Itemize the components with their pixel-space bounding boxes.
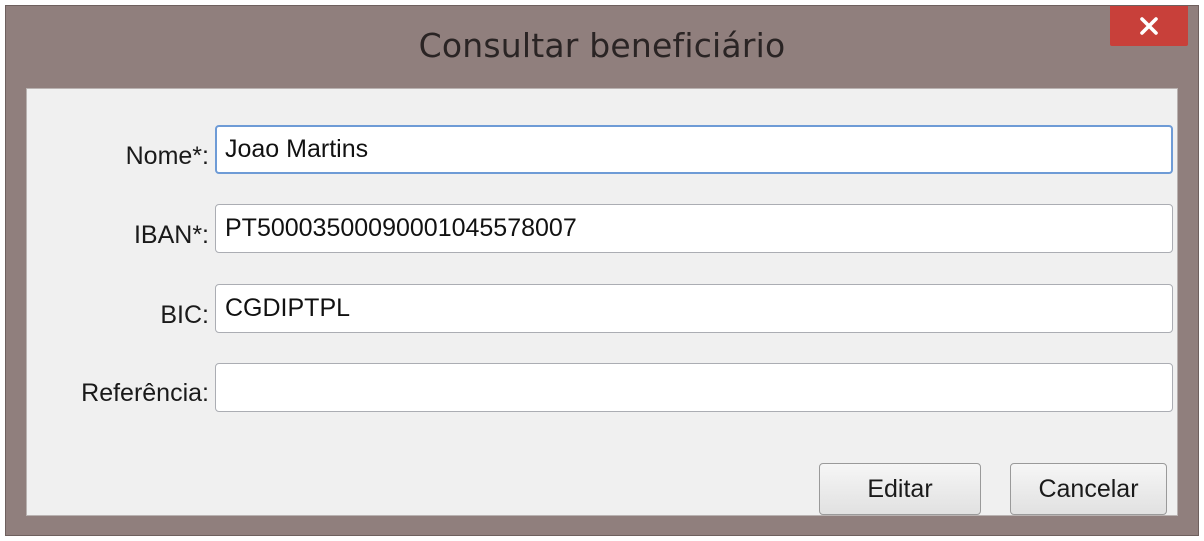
nome-label: Nome*:	[125, 142, 209, 170]
close-button[interactable]	[1110, 6, 1188, 46]
title-bar[interactable]: Consultar beneficiário	[6, 6, 1198, 88]
dialog-body: Nome*: Joao Martins IBAN*: PT50003500090…	[26, 88, 1178, 516]
dialog-title: Consultar beneficiário	[418, 26, 786, 65]
iban-input[interactable]: PT50003500090001045578007	[215, 204, 1173, 253]
close-icon	[1139, 16, 1159, 36]
cancel-button[interactable]: Cancelar	[1010, 463, 1167, 515]
edit-button[interactable]: Editar	[819, 463, 981, 515]
referencia-label: Referência:	[81, 379, 209, 407]
bic-label: BIC:	[160, 301, 209, 329]
bic-input[interactable]: CGDIPTPL	[215, 284, 1173, 333]
referencia-input[interactable]	[215, 363, 1173, 412]
dialog-window: Consultar beneficiário Nome*: Joao Marti…	[5, 5, 1199, 536]
nome-input[interactable]: Joao Martins	[215, 125, 1173, 174]
iban-label: IBAN*:	[133, 221, 209, 249]
